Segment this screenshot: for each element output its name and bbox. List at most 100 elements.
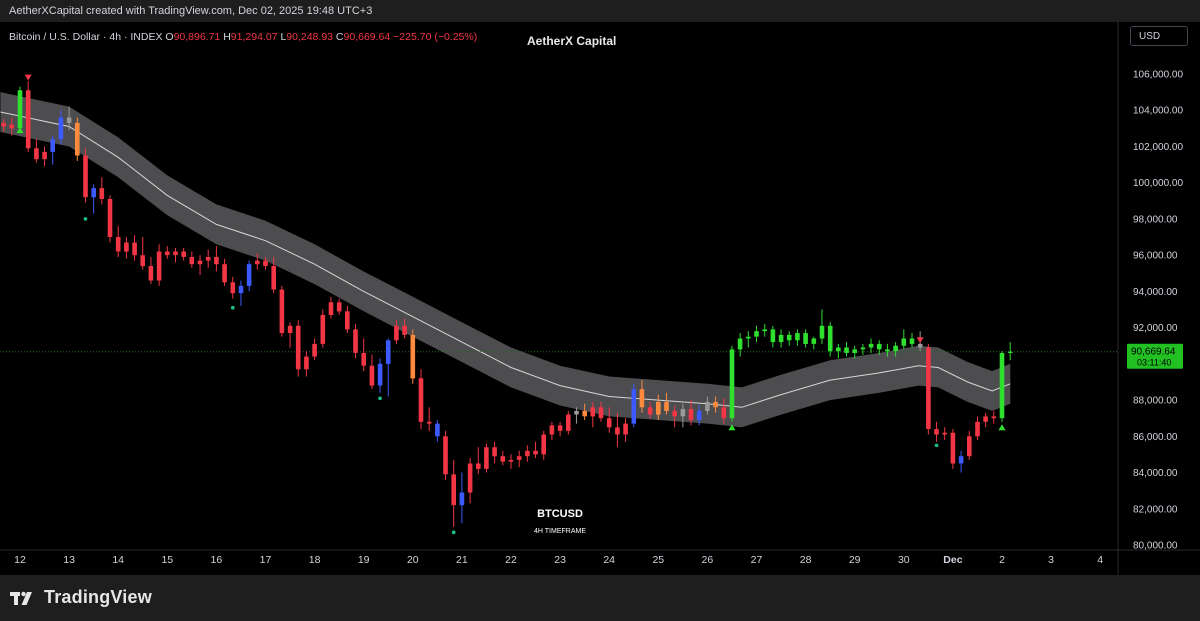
x-tick-label: 17 xyxy=(260,554,272,566)
x-tick-label: 27 xyxy=(751,554,763,566)
candle-body xyxy=(852,349,857,353)
x-tick-label: 24 xyxy=(603,554,615,566)
candle-body xyxy=(623,423,628,435)
candle-body xyxy=(582,410,587,417)
candle-body xyxy=(271,266,276,290)
candle-body xyxy=(418,378,424,422)
x-tick-label: 20 xyxy=(407,554,419,566)
candle-body xyxy=(181,251,186,257)
candle-body xyxy=(353,329,358,353)
candle-body xyxy=(508,459,514,462)
candle-body xyxy=(17,90,23,129)
candle-body xyxy=(688,409,694,420)
candle-body xyxy=(148,266,154,281)
candle-body xyxy=(230,282,236,294)
candle-body xyxy=(189,257,195,265)
candle-body xyxy=(246,264,252,286)
candle-body xyxy=(811,338,817,344)
legend-low-value: 90,248.93 xyxy=(286,31,333,43)
candle-body xyxy=(75,122,80,156)
candle-body xyxy=(402,325,407,335)
candle-body xyxy=(696,410,702,420)
candle-body xyxy=(255,260,260,265)
candle-body xyxy=(197,260,203,265)
candle-body xyxy=(975,421,980,437)
candle-body xyxy=(492,447,497,457)
candle-body xyxy=(754,331,759,337)
candle-body xyxy=(34,148,39,160)
signal-dot xyxy=(451,530,456,535)
tradingview-logo[interactable]: TradingView xyxy=(10,587,152,608)
x-tick-label: 13 xyxy=(63,554,75,566)
y-tick-label: 84,000.00 xyxy=(1133,468,1178,479)
candle-body xyxy=(713,401,718,408)
candle-body xyxy=(115,237,121,252)
sell-signal-triangle xyxy=(916,337,924,344)
candle-body xyxy=(770,329,776,343)
candle-body xyxy=(165,251,170,256)
legend-close-value: 90,669.64 xyxy=(343,31,391,43)
x-tick-label: 22 xyxy=(505,554,517,566)
x-tick-label: 4 xyxy=(1097,554,1103,566)
candle-body xyxy=(361,353,366,366)
candle-body xyxy=(680,409,686,417)
signal-dot xyxy=(230,305,235,310)
candle-body xyxy=(901,338,907,346)
candle-body xyxy=(590,407,596,417)
x-tick-label: 18 xyxy=(309,554,321,566)
candle-body xyxy=(9,124,15,129)
candle-body xyxy=(156,251,162,281)
candle-body xyxy=(721,407,727,419)
chart-frame[interactable]: 106,000.00 104,000.00 102,000.00 100,000.00… xyxy=(0,22,1200,575)
candle-body xyxy=(762,329,767,332)
candle-body xyxy=(83,155,88,198)
candle-body xyxy=(312,343,317,357)
x-tick-label: 25 xyxy=(652,554,664,566)
candle-body xyxy=(958,456,964,464)
candle-body xyxy=(917,343,923,348)
candle-body xyxy=(819,325,825,339)
candle-body xyxy=(656,401,661,415)
currency-button[interactable]: USD xyxy=(1130,26,1188,46)
candle-body xyxy=(746,336,751,339)
legend-change: −225.70 (−0.25%) xyxy=(393,31,478,43)
tradingview-logo-text: TradingView xyxy=(44,587,152,607)
candle-body xyxy=(385,340,391,364)
symbol-legend: Bitcoin / U.S. Dollar · 4h · INDEX O90,8… xyxy=(9,31,477,43)
x-tick-label: 23 xyxy=(554,554,566,566)
candle-body xyxy=(369,365,375,386)
y-tick-label: 100,000.00 xyxy=(1133,178,1183,189)
legend-open-label: O xyxy=(165,31,174,43)
y-tick-label: 104,000.00 xyxy=(1133,106,1183,117)
candle-body xyxy=(426,421,432,424)
candle-body xyxy=(557,425,563,431)
legend-high-value: 91,294.07 xyxy=(230,31,278,43)
candle-body xyxy=(484,447,489,469)
x-tick-label: 3 xyxy=(1048,554,1054,566)
footer-bar: TradingView xyxy=(0,575,1200,621)
candle-body xyxy=(279,289,285,334)
candle-body xyxy=(238,285,244,294)
legend-symbol: Bitcoin / U.S. Dollar · 4h · INDEX xyxy=(9,31,163,43)
x-tick-label: 16 xyxy=(211,554,223,566)
price-chart[interactable]: 106,000.00 104,000.00 102,000.00 100,000.00… xyxy=(0,22,1200,575)
candle-body xyxy=(942,432,947,435)
ribbon-band xyxy=(0,92,1011,428)
candle-body xyxy=(263,260,268,266)
candle-body xyxy=(909,338,915,344)
candle-body xyxy=(737,338,743,350)
x-tick-label: 12 xyxy=(14,554,26,566)
candle-body xyxy=(885,349,890,352)
candle-body xyxy=(42,151,47,160)
candle-body xyxy=(410,334,416,379)
legend-close-label: C xyxy=(335,31,344,43)
candle-body xyxy=(451,474,456,506)
candle-body xyxy=(467,463,473,493)
x-tick-label: 28 xyxy=(800,554,812,566)
y-tick-label: 88,000.00 xyxy=(1133,396,1178,407)
y-tick-label: 94,000.00 xyxy=(1133,287,1178,298)
candle-body xyxy=(336,302,342,312)
chart-credit: AetherXCapital created with TradingView.… xyxy=(9,5,373,17)
y-tick-label: 92,000.00 xyxy=(1133,323,1178,334)
candle-body xyxy=(606,418,612,428)
